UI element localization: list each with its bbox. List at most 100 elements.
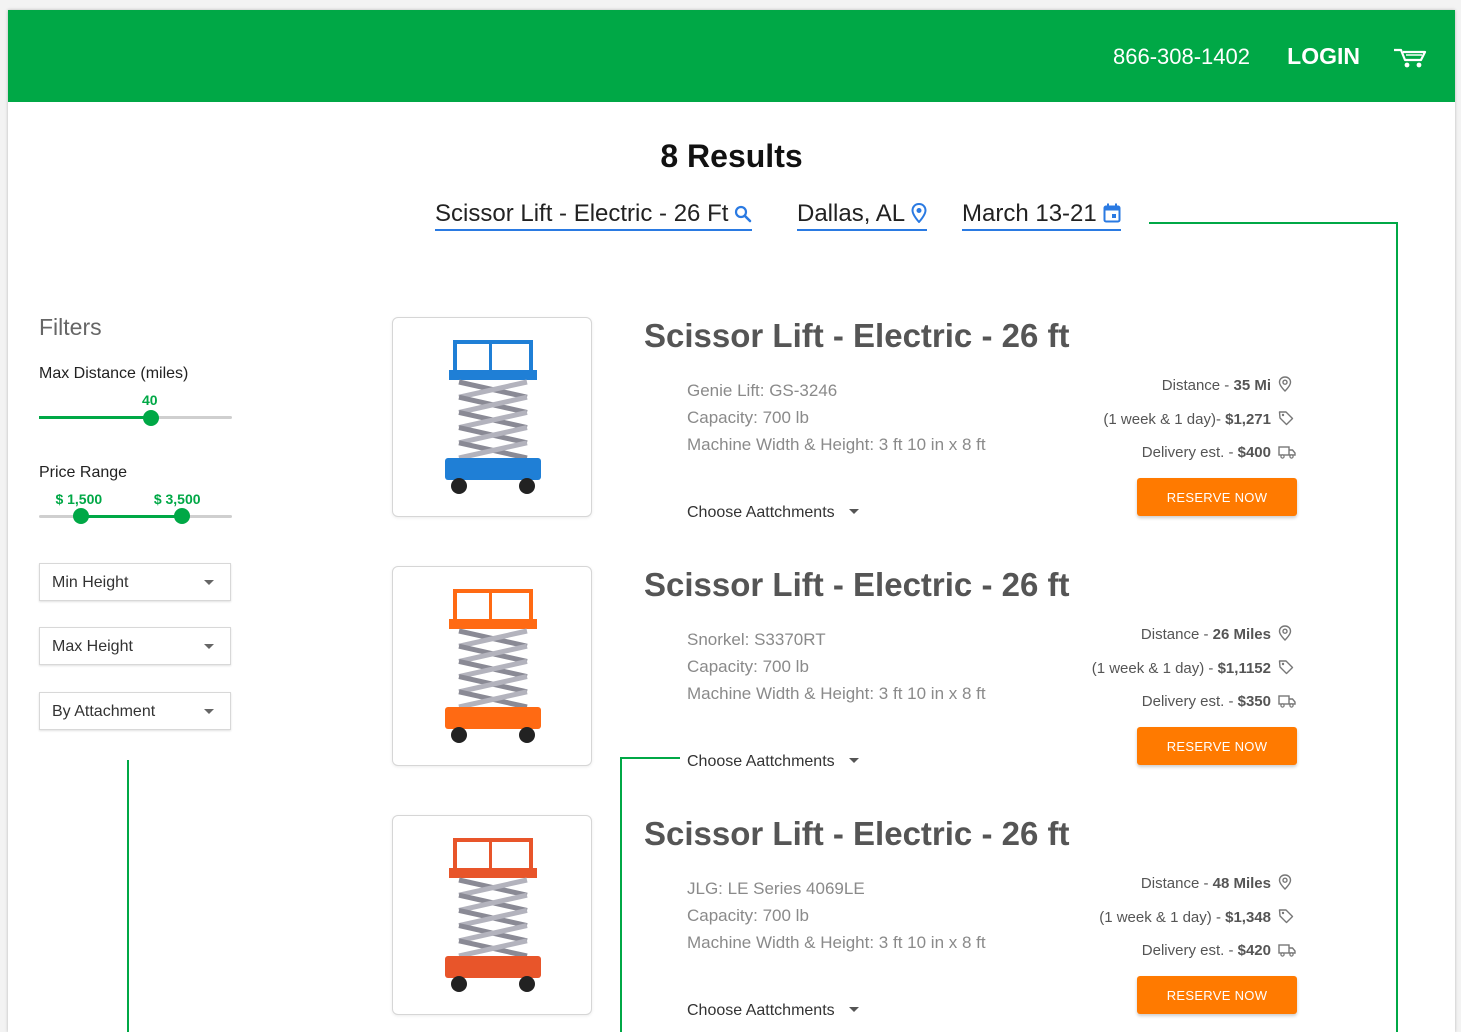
choose-attachments-dropdown[interactable]: Choose Aattchments: [687, 753, 859, 771]
dates-search-value: March 13-21: [962, 200, 1097, 227]
listing-dimensions: Machine Width & Height: 3 ft 10 in x 8 f…: [687, 435, 986, 454]
caret-down-icon: [204, 644, 214, 649]
max-distance-label: Max Distance (miles): [39, 365, 189, 382]
delivery-label: Delivery est. -: [1141, 444, 1238, 461]
price-value: $1,271: [1225, 411, 1271, 428]
equipment-search-field[interactable]: Scissor Lift - Electric - 26 Ft: [435, 200, 753, 231]
listing-price: (1 week & 1 day) - $1,348: [1099, 909, 1271, 926]
dropdown-label: Min Height: [52, 574, 129, 591]
listing-delivery: Delivery est. - $350: [1142, 693, 1271, 710]
login-button[interactable]: LOGIN: [1287, 43, 1360, 70]
price-tag-icon: [1278, 410, 1294, 431]
caret-down-icon: [848, 509, 859, 514]
delivery-truck-icon: [1278, 694, 1296, 713]
search-icon: [735, 205, 752, 223]
scissor-lift-image: [445, 340, 541, 494]
distance-label: Distance -: [1140, 626, 1213, 643]
max-height-dropdown[interactable]: Max Height: [39, 627, 231, 665]
delivery-label: Delivery est. -: [1141, 693, 1238, 710]
duration-label: (1 week & 1 day) -: [1091, 660, 1218, 677]
scissor-lift-image: [445, 838, 541, 992]
listing-capacity: Capacity: 700 lb: [687, 408, 809, 427]
annotation-line: [1149, 222, 1397, 224]
price-max-value: $ 3,500: [153, 491, 201, 507]
reserve-now-button[interactable]: RESERVE NOW: [1137, 727, 1297, 765]
attachments-label: Choose Aattchments: [687, 753, 835, 770]
max-distance-value: 40: [141, 392, 158, 408]
calendar-icon: [1103, 203, 1121, 223]
location-pin-icon: [1278, 625, 1292, 646]
annotation-line: [1396, 222, 1398, 1032]
reserve-now-button[interactable]: RESERVE NOW: [1137, 478, 1297, 516]
listing-price: (1 week & 1 day) - $1,1152: [1092, 660, 1271, 677]
price-tag-icon: [1278, 659, 1294, 680]
listing-title[interactable]: Scissor Lift - Electric - 26 ft: [644, 566, 1069, 604]
dates-search-field[interactable]: March 13-21: [962, 200, 1121, 231]
listing-price: (1 week & 1 day)- $1,271: [1103, 411, 1271, 428]
slider-fill: [81, 515, 182, 518]
annotation-line: [127, 760, 129, 1032]
results-count-title: 8 Results: [660, 138, 803, 174]
listing-image[interactable]: [392, 317, 592, 517]
caret-down-icon: [848, 758, 859, 763]
delivery-price: $400: [1237, 444, 1271, 461]
annotation-line: [620, 757, 680, 759]
delivery-truck-icon: [1278, 943, 1296, 962]
top-bar: 866-308-1402 LOGIN: [8, 10, 1455, 102]
listing-image[interactable]: [392, 566, 592, 766]
listing-model: Genie Lift: GS-3246: [687, 381, 838, 400]
listing-dimensions: Machine Width & Height: 3 ft 10 in x 8 f…: [687, 933, 986, 952]
listing-delivery: Delivery est. - $400: [1142, 444, 1271, 461]
choose-attachments-dropdown[interactable]: Choose Aattchments: [687, 1002, 859, 1020]
distance-value: 26 Miles: [1212, 626, 1271, 643]
delivery-truck-icon: [1278, 445, 1296, 464]
scissor-lift-image: [445, 589, 541, 743]
slider-knob-min[interactable]: [73, 508, 90, 524]
price-min-value: $ 1,500: [55, 491, 103, 507]
price-range-label: Price Range: [39, 464, 128, 481]
dropdown-label: Max Height: [52, 638, 133, 655]
listing-capacity: Capacity: 700 lb: [687, 906, 809, 925]
caret-down-icon: [204, 580, 214, 585]
listing-distance: Distance - 35 Mi: [1162, 377, 1271, 394]
slider-fill: [39, 416, 151, 419]
listing-model: Snorkel: S3370RT: [687, 630, 826, 649]
price-value: $1,348: [1225, 909, 1271, 926]
delivery-price: $350: [1237, 693, 1271, 710]
slider-knob[interactable]: [142, 410, 159, 426]
map-pin-icon: [911, 202, 927, 224]
delivery-price: $420: [1237, 942, 1271, 959]
min-height-dropdown[interactable]: Min Height: [39, 563, 231, 601]
price-tag-icon: [1278, 908, 1294, 929]
listing-model: JLG: LE Series 4069LE: [687, 879, 865, 898]
attachments-label: Choose Aattchments: [687, 1002, 835, 1019]
choose-attachments-dropdown[interactable]: Choose Aattchments: [687, 504, 859, 522]
page: 866-308-1402 LOGIN 8 Results Scissor Lif…: [8, 10, 1455, 1032]
listing-dimensions: Machine Width & Height: 3 ft 10 in x 8 f…: [687, 684, 986, 703]
listing-distance: Distance - 48 Miles: [1141, 875, 1271, 892]
attachments-label: Choose Aattchments: [687, 504, 835, 521]
slider-knob-max[interactable]: [173, 508, 190, 524]
listing-title[interactable]: Scissor Lift - Electric - 26 ft: [644, 317, 1069, 355]
listing-delivery: Delivery est. - $420: [1142, 942, 1271, 959]
delivery-label: Delivery est. -: [1141, 942, 1238, 959]
filters-heading: Filters: [39, 314, 102, 340]
cart-icon[interactable]: [1393, 46, 1427, 70]
listing-title[interactable]: Scissor Lift - Electric - 26 ft: [644, 815, 1069, 853]
listing-distance: Distance - 26 Miles: [1141, 626, 1271, 643]
distance-value: 35 Mi: [1233, 377, 1271, 394]
duration-label: (1 week & 1 day)-: [1103, 411, 1226, 428]
price-value: $1,1152: [1217, 660, 1271, 677]
listing-image[interactable]: [392, 815, 592, 1015]
dropdown-label: By Attachment: [52, 703, 156, 720]
by-attachment-dropdown[interactable]: By Attachment: [39, 692, 231, 730]
location-search-value: Dallas, AL: [797, 200, 906, 227]
reserve-now-button[interactable]: RESERVE NOW: [1137, 976, 1297, 1014]
distance-label: Distance -: [1161, 377, 1234, 394]
caret-down-icon: [204, 709, 214, 714]
annotation-line: [620, 757, 622, 1032]
phone-number[interactable]: 866-308-1402: [1113, 44, 1250, 70]
location-search-field[interactable]: Dallas, AL: [797, 200, 928, 231]
equipment-search-value: Scissor Lift - Electric - 26 Ft: [435, 200, 729, 227]
location-pin-icon: [1278, 376, 1292, 397]
